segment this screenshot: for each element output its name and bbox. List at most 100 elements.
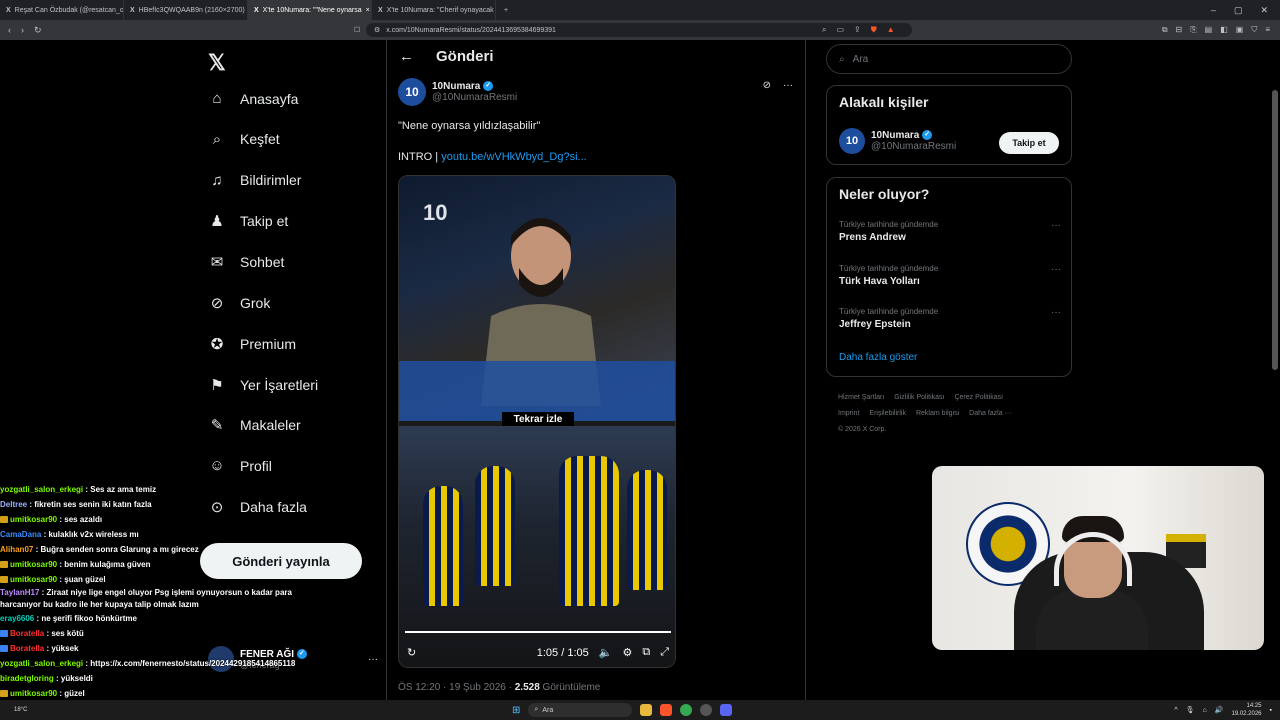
settings-icon[interactable]: [700, 704, 713, 716]
footer-link[interactable]: Reklam bilgisi: [916, 410, 959, 417]
post-author[interactable]: 10 10Numara ✓ @10NumaraResmi: [398, 78, 517, 106]
cast-icon[interactable]: ▭: [836, 25, 844, 35]
brave-icon[interactable]: [660, 704, 673, 716]
nav-item-follow[interactable]: ♟ Takip et: [208, 212, 288, 230]
trend-item[interactable]: Türkiye tarihinde gündemde Türk Hava Yoll…: [839, 264, 1061, 287]
network-icon[interactable]: ⌂: [1203, 707, 1207, 714]
sidebar-icon[interactable]: ◧: [1220, 25, 1228, 35]
fullscreen-icon[interactable]: ⤢: [660, 646, 669, 659]
nav-item-search[interactable]: ⌕ Keşfet: [208, 131, 280, 148]
nav-item-grok[interactable]: ⊘ Grok: [208, 294, 271, 312]
more-icon[interactable]: ···: [1051, 307, 1061, 318]
page-scrollbar[interactable]: [1272, 90, 1278, 370]
author-name[interactable]: 10Numara: [432, 81, 480, 92]
nav-item-article[interactable]: ✎ Makaleler: [208, 416, 301, 434]
taskbar-apps: ⊞ ⌕ Ara: [512, 703, 733, 717]
chrome-icon[interactable]: [680, 704, 693, 716]
trend-item[interactable]: Türkiye tarihinde gündemde Prens Andrew ··…: [839, 220, 1061, 243]
nav-item-home[interactable]: ⌂ Anasayfa: [208, 90, 298, 107]
video-player[interactable]: 10 Tekrar izle ↻ 1:05 / 1:05 🔈 ⚙ ⧉ ⤢: [398, 175, 676, 668]
footer-links: Hizmet Şartları Gizlilik Politikası Çerez …: [838, 390, 1068, 438]
chat-text: : Ziraat niye lige engel oluyor Psg işle…: [0, 588, 292, 609]
author-handle[interactable]: @10NumaraResmi: [432, 92, 517, 103]
speaker-icon[interactable]: 🔊: [1215, 706, 1224, 714]
x-logo-icon[interactable]: 𝕏: [208, 50, 226, 76]
related-person[interactable]: 10 10Numara ✓ @10NumaraResmi: [839, 128, 956, 154]
vpn-icon[interactable]: ⛉: [1251, 25, 1257, 35]
site-info-icon[interactable]: ⚙: [374, 26, 380, 34]
brave-shield-icon[interactable]: ⛊: [871, 25, 877, 35]
discord-icon[interactable]: [720, 704, 733, 716]
extension-icon[interactable]: ⎘: [1190, 25, 1196, 35]
trend-context: Türkiye tarihinde gündemde: [839, 307, 939, 316]
tab-title: Reşat Can Özbudak (@resatcan_ozb: [14, 6, 124, 14]
forward-icon[interactable]: ›: [21, 25, 24, 36]
zoom-icon[interactable]: ⌕: [822, 25, 826, 35]
clock[interactable]: 14:25 19.02.2026: [1231, 702, 1261, 718]
back-icon[interactable]: ‹: [8, 25, 11, 36]
reload-icon[interactable]: ↻: [34, 25, 42, 36]
share-icon[interactable]: ⇪: [854, 25, 861, 35]
brave-rewards-icon[interactable]: ▲: [887, 25, 895, 35]
minimize-icon[interactable]: –: [1211, 5, 1216, 16]
maximize-icon[interactable]: ▢: [1234, 5, 1243, 16]
mic-icon[interactable]: 🎙: [1186, 706, 1195, 714]
close-window-icon[interactable]: ✕: [1260, 5, 1268, 16]
more-icon[interactable]: ···: [1051, 264, 1061, 275]
browser-tab[interactable]: X X'te 10Numara: ""Nene oynarsa ×: [248, 0, 372, 20]
trends-card: Neler oluyor? Türkiye tarihinde gündemde…: [826, 177, 1072, 377]
search-input[interactable]: ⌕ Ara: [826, 44, 1072, 74]
pip-icon[interactable]: ⧉: [642, 646, 650, 659]
settings-icon[interactable]: ⚙: [622, 646, 632, 659]
grok-icon[interactable]: ⊘: [763, 80, 771, 91]
taskbar-search[interactable]: ⌕ Ara: [528, 703, 633, 717]
follow-button[interactable]: Takip et: [999, 132, 1059, 154]
bookmark-star-icon[interactable]: ☐: [354, 26, 360, 34]
article-icon: ✎: [210, 417, 224, 435]
post-link[interactable]: youtu.be/wVHkWbyd_Dg?si...: [441, 151, 587, 163]
extension-icon[interactable]: ▤: [1205, 25, 1213, 35]
footer-link[interactable]: Gizlilik Politikası: [894, 394, 944, 401]
show-more-link[interactable]: Daha fazla göster: [839, 352, 917, 363]
nav-item-label: Profil: [240, 457, 272, 474]
trend-item[interactable]: Türkiye tarihinde gündemde Jeffrey Epstei…: [839, 307, 1061, 330]
nav-item-bookmark[interactable]: ⚑ Yer İşaretleri: [208, 376, 318, 394]
more-icon[interactable]: ···: [783, 80, 793, 91]
more-icon[interactable]: ···: [1051, 220, 1061, 231]
extension-icon[interactable]: ⊟: [1176, 25, 1183, 35]
footer-link[interactable]: Daha fazla ···: [969, 410, 1011, 417]
footer-link[interactable]: Hizmet Şartları: [838, 394, 884, 401]
start-icon[interactable]: ⊞: [512, 705, 520, 716]
post-timestamp[interactable]: ÖS 12:20 · 19 Şub 2026 ·: [398, 682, 515, 693]
address-icons: ⌕ ▭ ⇪ ⛊ ▲: [822, 25, 895, 35]
tray-chevron-icon[interactable]: ^: [1174, 707, 1177, 714]
footer-link[interactable]: Çerez Politikası: [954, 394, 1003, 401]
new-tab-icon[interactable]: +: [496, 7, 516, 14]
weather-widget[interactable]: 18°C: [14, 707, 27, 714]
related-name: 10Numara: [871, 130, 920, 141]
footer-link[interactable]: Imprint: [838, 410, 859, 417]
nav-item-bell[interactable]: ♫ Bildirimler: [208, 172, 301, 189]
browser-tab[interactable]: XHBefIc3QWQAAB9n (2160×2700)×: [124, 0, 248, 20]
search-icon: ⌕: [212, 130, 222, 148]
more-icon[interactable]: ···: [368, 654, 378, 665]
back-arrow-icon[interactable]: ←: [399, 48, 414, 65]
replay-label[interactable]: Tekrar izle: [399, 412, 675, 427]
close-tab-icon[interactable]: ×: [366, 7, 370, 14]
volume-icon[interactable]: 🔈: [599, 646, 613, 659]
author-avatar[interactable]: 10: [398, 78, 426, 106]
video-progress-bar[interactable]: [405, 631, 671, 633]
wallet-icon[interactable]: ▣: [1236, 25, 1244, 35]
nav-item-mail[interactable]: ✉ Sohbet: [208, 253, 285, 271]
nav-item-profile[interactable]: ☺ Profil: [208, 457, 272, 474]
menu-icon[interactable]: ≡: [1265, 25, 1270, 35]
browser-tab[interactable]: XReşat Can Özbudak (@resatcan_ozb×: [0, 0, 124, 20]
file-explorer-icon[interactable]: [640, 704, 653, 716]
extension-icon[interactable]: ⧉: [1162, 25, 1168, 35]
replay-icon[interactable]: ↻: [407, 646, 416, 659]
notifications-icon[interactable]: ▪: [1270, 707, 1272, 714]
footer-link[interactable]: Erişilebilirlik: [869, 410, 906, 417]
nav-item-premium[interactable]: ✪ Premium: [208, 335, 296, 353]
browser-tab[interactable]: XX'te 10Numara: "Cherif oynayacak m×: [372, 0, 496, 20]
chat-text: : güzel: [57, 689, 85, 698]
